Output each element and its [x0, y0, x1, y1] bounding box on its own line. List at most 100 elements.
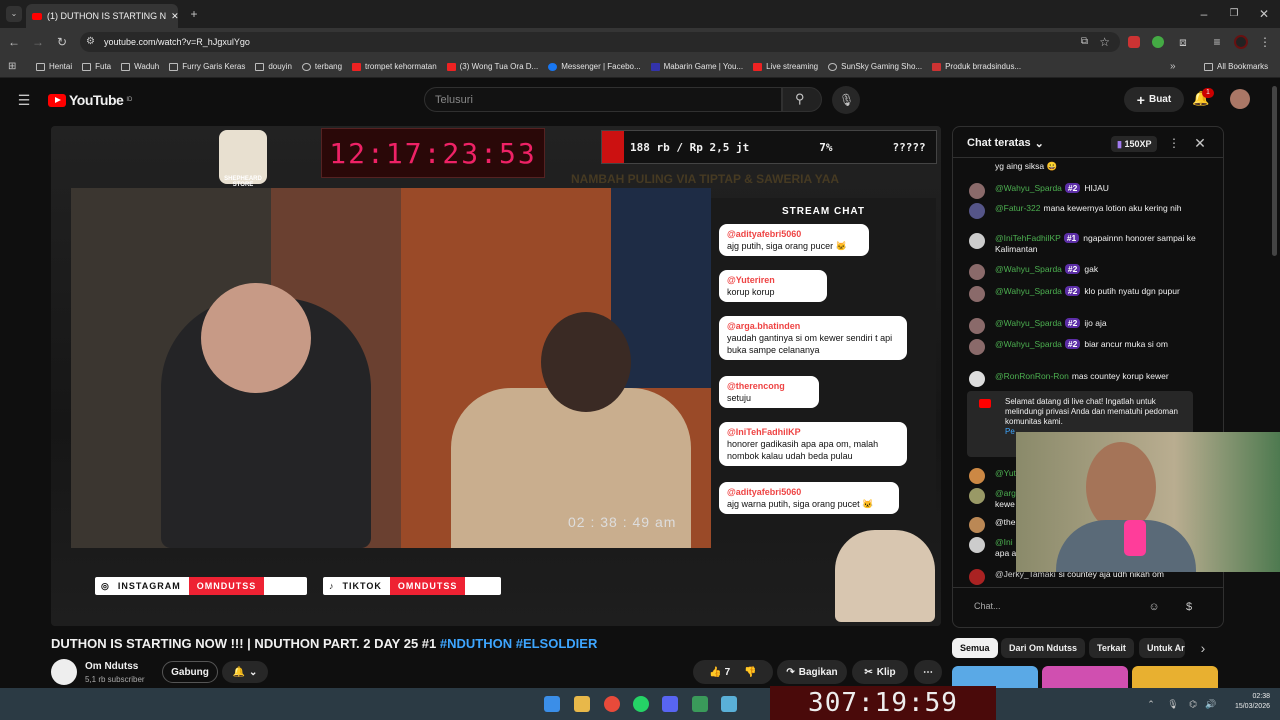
search-input[interactable]: Telusuri — [424, 87, 782, 112]
restore-icon[interactable]: ❐ — [1226, 6, 1242, 22]
super-chat-icon[interactable]: $ — [1181, 599, 1197, 615]
mic-tray-icon[interactable]: 🎙 — [1166, 696, 1180, 712]
more-bookmarks-icon[interactable]: » — [1170, 59, 1176, 75]
search-button[interactable]: ⚲ — [782, 87, 822, 112]
bookmark-star-icon[interactable]: ☆ — [1099, 34, 1110, 50]
chat-message[interactable]: @Wahyu_Sparda #2 klo putih nyatu dgn pupur — [969, 286, 1209, 302]
video-player[interactable]: SHEPHEARD STORE 12:17:23:53 188 rb / Rp … — [51, 126, 941, 626]
chat-message[interactable]: @RonRonRon-Ron mas countey korup kewer — [969, 371, 1209, 387]
extension-green-icon[interactable] — [1152, 36, 1164, 48]
bookmark-item[interactable]: douyin — [255, 62, 292, 71]
file-explorer-icon[interactable] — [574, 696, 590, 712]
network-icon[interactable]: ⌬ — [1186, 696, 1200, 712]
site-info-icon[interactable]: ⚙ — [86, 34, 95, 50]
tab-close-icon[interactable]: ✕ — [171, 11, 178, 22]
youtube-icon — [979, 399, 991, 408]
bookmark-item[interactable]: Mabarin Game | You... — [650, 62, 743, 71]
whatsapp-icon[interactable] — [633, 696, 649, 712]
app-icon[interactable] — [721, 696, 737, 712]
hamburger-menu-icon[interactable]: ☰ — [16, 92, 32, 108]
recommended-thumbnail[interactable] — [1042, 666, 1128, 688]
bookmark-item[interactable]: Messenger | Facebo... — [548, 62, 641, 71]
app-icon[interactable] — [692, 696, 708, 712]
cast-icon[interactable]: ⧉ — [1081, 34, 1088, 50]
emoji-icon[interactable]: ☺ — [1147, 599, 1161, 615]
more-actions-button[interactable]: ⋯ — [914, 660, 942, 684]
apps-grid-icon[interactable]: ⊞ — [8, 59, 16, 75]
window-close-icon[interactable]: ✕ — [1256, 6, 1272, 22]
tiktok-icon: ♪ — [329, 581, 335, 591]
join-button[interactable]: Gabung — [162, 661, 218, 683]
bookmark-item[interactable]: Furry Garis Keras — [169, 62, 245, 71]
share-button[interactable]: ↷ Bagikan — [777, 660, 847, 684]
discord-icon[interactable] — [662, 696, 678, 712]
extensions-puzzle-icon[interactable]: ⧈ — [1176, 34, 1190, 50]
bookmark-item[interactable]: Live streaming — [753, 62, 818, 71]
bookmark-item[interactable]: SunSky Gaming Sho... — [828, 62, 922, 71]
volume-icon[interactable]: 🔊 — [1204, 696, 1218, 712]
all-bookmarks[interactable]: All Bookmarks — [1204, 62, 1268, 71]
chat-message[interactable]: @Wahyu_Sparda #2 biar ancur muka si om — [969, 339, 1209, 355]
browser-menu-icon[interactable]: ⋮ — [1258, 34, 1272, 50]
tab-search-icon[interactable]: ⌄ — [6, 6, 22, 22]
back-icon[interactable]: ← — [6, 34, 22, 50]
cat-mascot-image — [835, 530, 935, 622]
chip-related[interactable]: Terkait — [1089, 638, 1134, 658]
chrome-icon[interactable] — [604, 696, 620, 712]
channel-avatar[interactable] — [51, 659, 77, 685]
chip-for-you[interactable]: Untuk Ar — [1139, 638, 1185, 658]
youtube-logo[interactable]: YouTube ID — [48, 92, 132, 108]
recommended-thumbnail[interactable] — [1132, 666, 1218, 688]
user-avatar[interactable] — [1230, 89, 1250, 109]
page-scrollbar[interactable] — [1272, 86, 1277, 256]
media-controls-icon[interactable]: ≡ — [1210, 34, 1224, 50]
welcome-link[interactable]: Pe — [1005, 427, 1015, 436]
chat-message[interactable]: @Wahyu_Sparda #2 HIJAU — [969, 183, 1209, 199]
bookmark-item[interactable]: Hentai — [36, 62, 72, 71]
video-hashtags[interactable]: #NDUTHON #ELSOLDIER — [440, 636, 597, 651]
chip-next-icon[interactable]: › — [1196, 640, 1210, 656]
goal-mystery: ????? — [892, 140, 926, 154]
profile-avatar[interactable] — [1234, 35, 1248, 49]
voice-search-button[interactable]: 🎙 — [832, 86, 860, 114]
minimize-icon[interactable]: – — [1196, 6, 1212, 22]
bookmark-item[interactable]: (3) Wong Tua Ora D... — [446, 62, 538, 71]
chat-mode-dropdown[interactable]: Chat teratas ⌄ — [967, 137, 1044, 150]
subscribe-notify-button[interactable]: 🔔 ⌄ — [222, 661, 268, 683]
chat-message[interactable]: @Wahyu_Sparda #2 ijo aja — [969, 318, 1209, 334]
channel-name[interactable]: Om Ndutss — [85, 661, 138, 672]
forward-icon[interactable]: → — [30, 34, 46, 50]
create-button[interactable]: + Buat — [1124, 87, 1184, 112]
active-tab[interactable]: (1) DUTHON IS STARTING N ✕ — [26, 4, 178, 28]
bookmark-item[interactable]: Futa — [82, 62, 111, 71]
xp-badge[interactable]: ▮ 150XP — [1111, 136, 1158, 152]
streamer-webcam-overlay — [1016, 432, 1280, 572]
chat-menu-icon[interactable]: ⋮ — [1167, 135, 1181, 151]
reload-icon[interactable]: ↻ — [54, 34, 70, 50]
stream-chat-bubble: @IniTehFadhilKP honorer gadikasih apa apa… — [719, 422, 907, 466]
address-bar[interactable]: ⚙ youtube.com/watch?v=R_hJgxulYgo ☆ ⧉ — [80, 32, 1120, 52]
like-button[interactable]: 👍 7 — [709, 667, 730, 678]
dislike-button[interactable]: 👎 — [744, 667, 756, 678]
chat-message[interactable]: @Wahyu_Sparda #2 gak — [969, 264, 1209, 280]
scissors-icon: ✂ — [864, 666, 873, 678]
recommended-thumbnail[interactable] — [952, 666, 1038, 688]
bookmark-item[interactable]: trompet kehormatan — [352, 62, 437, 71]
chip-from-channel[interactable]: Dari Om Ndutss — [1001, 638, 1086, 658]
chat-close-icon[interactable]: ✕ — [1193, 135, 1207, 151]
system-clock[interactable]: 02:38 15/03/2026 — [1224, 692, 1270, 712]
bookmark-item[interactable]: terbang — [301, 62, 342, 71]
new-tab-icon[interactable]: + — [186, 6, 202, 22]
tray-chevron-icon[interactable]: ⌃ — [1144, 696, 1158, 712]
bookmark-item[interactable]: Produk brradsindus... — [932, 62, 1021, 71]
start-icon[interactable] — [544, 696, 560, 712]
video-title: DUTHON IS STARTING NOW !!! | NDUTHON PAR… — [51, 636, 597, 651]
chat-input[interactable]: Chat... — [966, 596, 1146, 616]
extension-icon[interactable] — [1128, 36, 1140, 48]
clip-button[interactable]: ✂ Klip — [852, 660, 908, 684]
chat-message[interactable]: @IniTehFadhilKP #1 ngapainnn honorer sampa… — [969, 233, 1209, 255]
chip-all[interactable]: Semua — [952, 638, 998, 658]
chat-message[interactable]: @Fatur-322 mana kewernya lotion aku kerin… — [969, 203, 1209, 219]
bookmark-item[interactable]: Waduh — [121, 62, 159, 71]
avatar — [969, 183, 985, 199]
